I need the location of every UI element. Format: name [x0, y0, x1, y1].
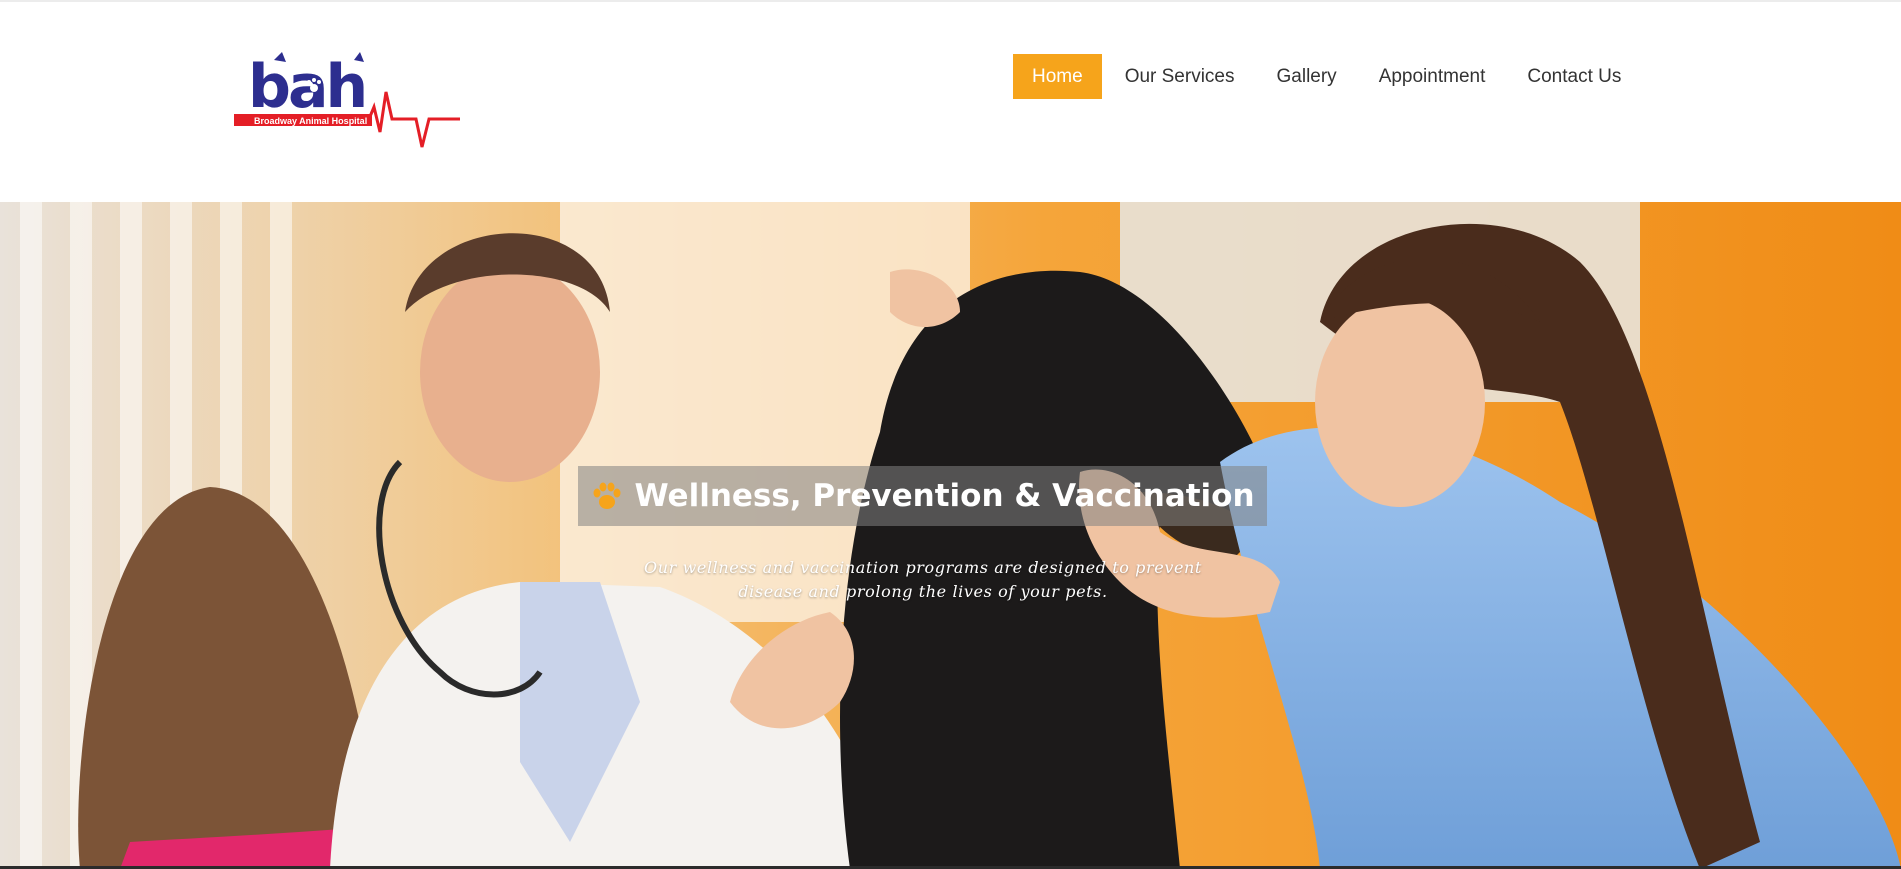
nav-appointment[interactable]: Appointment	[1360, 54, 1505, 99]
main-nav: Home Our Services Gallery Appointment Co…	[1013, 54, 1644, 99]
paw-icon	[593, 482, 621, 509]
hero-subtitle: Our wellness and vaccination programs ar…	[560, 556, 1286, 604]
logo-wordmark: bah	[248, 52, 365, 122]
hero-title-box: Wellness, Prevention & Vaccination	[578, 466, 1267, 526]
nav-gallery[interactable]: Gallery	[1258, 54, 1356, 99]
nav-home[interactable]: Home	[1013, 54, 1102, 99]
site-logo[interactable]: Broadway Animal Hospital bah	[234, 52, 460, 156]
nav-our-services[interactable]: Our Services	[1106, 54, 1254, 99]
hero-subtitle-line-2: disease and prolong the lives of your pe…	[738, 582, 1108, 601]
hero-subtitle-line-1: Our wellness and vaccination programs ar…	[644, 558, 1202, 577]
hero-title: Wellness, Prevention & Vaccination	[634, 478, 1255, 514]
nav-contact-us[interactable]: Contact Us	[1508, 54, 1640, 99]
hero-slider: Wellness, Prevention & Vaccination Our w…	[0, 202, 1901, 869]
hero-image	[0, 202, 1901, 869]
site-header: Broadway Animal Hospital bah Home Our Se…	[0, 2, 1901, 202]
